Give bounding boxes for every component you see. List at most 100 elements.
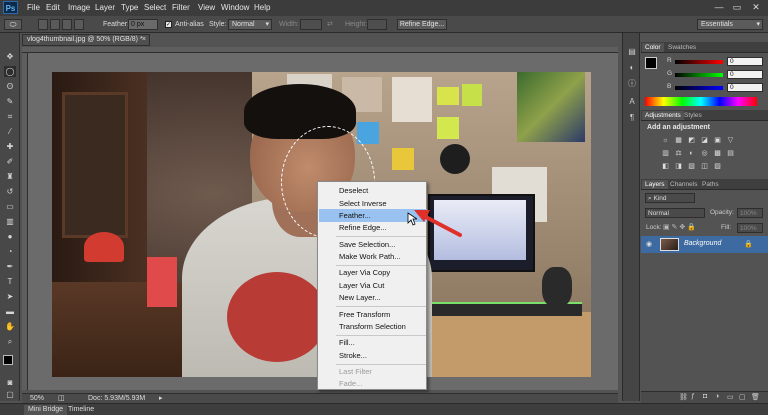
feather-input[interactable]: 0 px: [128, 19, 158, 30]
tab-paths[interactable]: Paths: [699, 180, 722, 189]
menu-item-deselect[interactable]: Deselect: [319, 184, 427, 197]
color-spectrum-ramp[interactable]: [645, 97, 757, 106]
close-tab-icon[interactable]: ×: [142, 35, 146, 45]
path-selection-tool-icon[interactable]: ➤: [4, 291, 16, 302]
status-info-icon[interactable]: ◫: [58, 394, 65, 403]
brightness-contrast-icon[interactable]: ☼: [661, 136, 670, 145]
posterize-icon[interactable]: ◨: [674, 162, 683, 171]
menu-help[interactable]: Help: [254, 3, 270, 12]
menu-window[interactable]: Window: [221, 3, 249, 12]
exposure-icon[interactable]: ◪: [700, 136, 709, 145]
type-tool-icon[interactable]: T: [4, 276, 16, 287]
menu-view[interactable]: View: [198, 3, 215, 12]
selective-color-icon[interactable]: ◫: [700, 162, 709, 171]
black-white-icon[interactable]: ◐: [687, 149, 696, 158]
menu-file[interactable]: File: [27, 3, 40, 12]
refine-edge-button[interactable]: Refine Edge...: [397, 19, 447, 30]
link-layers-icon[interactable]: ⛓: [679, 393, 688, 401]
threshold-icon[interactable]: ▧: [687, 162, 696, 171]
hand-tool-icon[interactable]: ✋: [4, 321, 16, 332]
menu-layer[interactable]: Layer: [95, 3, 115, 12]
antialias-checkbox[interactable]: ✓: [165, 21, 172, 28]
menu-item-make-work-path[interactable]: Make Work Path...: [319, 250, 427, 263]
clone-stamp-tool-icon[interactable]: ♜: [4, 171, 16, 182]
layer-filter-select[interactable]: ⌕ Kind: [645, 193, 695, 203]
foreground-color-swatch[interactable]: [3, 355, 13, 365]
red-slider[interactable]: [675, 60, 723, 64]
green-value-input[interactable]: 0: [727, 70, 763, 79]
red-value-input[interactable]: 0: [727, 57, 763, 66]
tab-swatches[interactable]: Swatches: [665, 43, 699, 52]
lasso-tool-icon[interactable]: ʘ: [4, 81, 16, 92]
foreground-color-chip[interactable]: [645, 57, 657, 69]
info-panel-icon[interactable]: ⓘ: [627, 79, 637, 89]
blue-slider[interactable]: [675, 86, 723, 90]
properties-panel-icon[interactable]: ◐: [627, 63, 637, 73]
blur-tool-icon[interactable]: ●: [4, 231, 16, 242]
lock-icons[interactable]: ▣ ✎ ✥ 🔒: [663, 223, 696, 231]
opacity-input[interactable]: 100%: [737, 208, 763, 218]
history-brush-tool-icon[interactable]: ↺: [4, 186, 16, 197]
character-panel-icon[interactable]: A: [627, 97, 637, 107]
elliptical-marquee-tool-icon[interactable]: ◯: [4, 66, 16, 77]
folder-icon[interactable]: ▭: [727, 393, 734, 401]
brush-tool-icon[interactable]: ✐: [4, 156, 16, 167]
close-icon[interactable]: ✕: [749, 2, 763, 13]
fx-icon[interactable]: ƒ: [691, 393, 695, 400]
channel-mixer-icon[interactable]: ▩: [713, 149, 722, 158]
workspace-select[interactable]: Essentials ▾: [697, 19, 763, 30]
menu-item-layer-via-copy[interactable]: Layer Via Copy: [319, 266, 427, 279]
menu-item-transform-selection[interactable]: Transform Selection: [319, 320, 427, 333]
tab-color[interactable]: Color: [642, 43, 664, 52]
new-layer-icon[interactable]: ▢: [739, 393, 746, 401]
color-lookup-icon[interactable]: ▤: [726, 149, 735, 158]
status-menu-arrow-icon[interactable]: ▸: [159, 394, 163, 403]
crop-tool-icon[interactable]: ⌗: [4, 111, 16, 122]
blue-value-input[interactable]: 0: [727, 83, 763, 92]
add-selection-icon[interactable]: [50, 19, 60, 30]
new-selection-icon[interactable]: [38, 19, 48, 30]
intersect-selection-icon[interactable]: [74, 19, 84, 30]
pen-tool-icon[interactable]: ✒: [4, 261, 16, 272]
mask-icon[interactable]: ◘: [703, 393, 707, 400]
menu-edit[interactable]: Edit: [46, 3, 60, 12]
screen-mode-icon[interactable]: ▢: [4, 389, 16, 400]
menu-type[interactable]: Type: [121, 3, 138, 12]
subtract-selection-icon[interactable]: [62, 19, 72, 30]
menu-item-stroke[interactable]: Stroke...: [319, 349, 427, 362]
curves-icon[interactable]: ◩: [687, 136, 696, 145]
minimize-icon[interactable]: —: [712, 2, 726, 13]
style-select[interactable]: Normal ▾: [228, 19, 272, 30]
menu-filter[interactable]: Filter: [172, 3, 190, 12]
vibrance-icon[interactable]: ▣: [713, 136, 722, 145]
color-balance-icon[interactable]: ⚖: [674, 149, 683, 158]
menu-image[interactable]: Image: [68, 3, 90, 12]
tab-layers[interactable]: Layers: [642, 180, 668, 189]
gradient-map-icon[interactable]: ▨: [713, 162, 722, 171]
tab-channels[interactable]: Channels: [667, 180, 700, 189]
fill-input[interactable]: 100%: [737, 223, 763, 233]
dodge-tool-icon[interactable]: ◔: [4, 246, 16, 257]
document-tab[interactable]: vlog4thumbnail.jpg @ 50% (RGB/8) * ×: [22, 34, 150, 46]
menu-item-fill[interactable]: Fill...: [319, 336, 427, 349]
layer-row-background[interactable]: ◉ Background 🔒: [641, 236, 768, 253]
zoom-tool-icon[interactable]: ⌕: [4, 336, 16, 347]
zoom-level[interactable]: 50%: [30, 394, 44, 403]
eraser-tool-icon[interactable]: ▭: [4, 201, 16, 212]
rectangle-tool-icon[interactable]: ▬: [4, 306, 16, 317]
tab-adjustments[interactable]: Adjustments: [642, 111, 684, 120]
menu-item-new-layer[interactable]: New Layer...: [319, 291, 427, 304]
trash-icon[interactable]: 🗑: [751, 393, 760, 401]
maximize-icon[interactable]: ▭: [730, 2, 744, 13]
hue-saturation-icon[interactable]: ▥: [661, 149, 670, 158]
blend-mode-select[interactable]: Normal: [645, 208, 705, 218]
tab-styles[interactable]: Styles: [681, 111, 705, 120]
tab-mini-bridge[interactable]: Mini Bridge: [24, 405, 68, 415]
healing-brush-tool-icon[interactable]: ✚: [4, 141, 16, 152]
move-tool-icon[interactable]: ✥: [4, 51, 16, 62]
menu-select[interactable]: Select: [144, 3, 166, 12]
green-slider[interactable]: [675, 73, 723, 77]
quick-selection-tool-icon[interactable]: ✎: [4, 96, 16, 107]
gradient-tool-icon[interactable]: ▥: [4, 216, 16, 227]
invert-icon[interactable]: ◧: [661, 162, 670, 171]
